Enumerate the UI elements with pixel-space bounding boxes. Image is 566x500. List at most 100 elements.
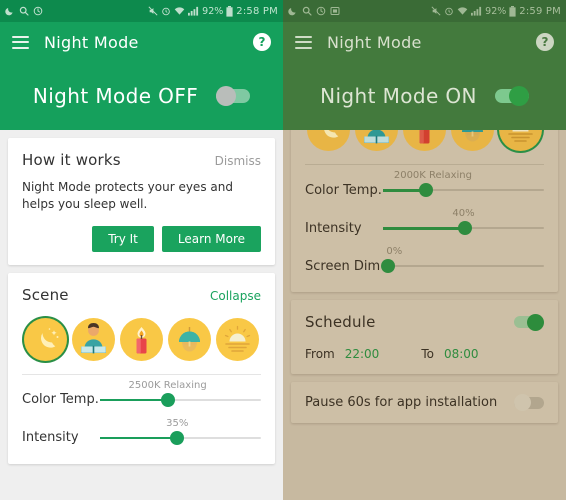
screen-dim-value: 0% — [386, 246, 403, 257]
toggle-thumb — [508, 86, 529, 106]
scene-list — [22, 317, 261, 361]
app-title: Night Mode — [44, 32, 139, 52]
schedule-from-label: From — [305, 347, 335, 361]
color-temp-slider-block: Color Temp. 2500K Relaxing — [22, 380, 261, 413]
screen-night-mode-on: 92% 2:59 PM Night Mode ? Night Mode ON C… — [283, 0, 566, 500]
night-mode-state-label: Night Mode ON — [320, 84, 477, 108]
night-mode-hero: Night Mode OFF — [0, 62, 283, 130]
schedule-from-value[interactable]: 22:00 — [345, 347, 380, 361]
intensity-slider[interactable]: 35% — [100, 418, 261, 449]
night-mode-moon-icon — [288, 6, 298, 16]
intensity-slider-block: Intensity 40% — [305, 208, 544, 241]
slider-thumb[interactable] — [458, 221, 473, 235]
search-icon — [302, 6, 312, 16]
color-temp-slider[interactable]: 2500K Relaxing — [100, 380, 261, 411]
status-bar: 92% 2:59 PM — [283, 0, 566, 22]
scene-sunset[interactable] — [499, 130, 542, 151]
scene-reading[interactable] — [355, 130, 398, 151]
scene-reading[interactable] — [72, 317, 115, 361]
schedule-title: Schedule — [305, 313, 376, 331]
night-mode-moon-icon — [5, 6, 15, 16]
app-title: Night Mode — [327, 32, 422, 52]
mute-icon — [148, 6, 158, 16]
pause-install-toggle[interactable] — [514, 394, 544, 411]
try-it-button[interactable]: Try It — [92, 225, 154, 252]
menu-icon[interactable] — [295, 35, 312, 49]
battery-percent: 92% — [485, 5, 507, 17]
scene-lamp[interactable] — [451, 130, 494, 151]
app-bar: Night Mode ? — [283, 22, 566, 62]
sdcard-icon — [330, 6, 340, 16]
how-it-works-description: Night Mode protects your eyes and helps … — [22, 180, 233, 212]
slider-fill — [100, 398, 168, 402]
clock-time: 2:58 PM — [236, 5, 278, 17]
color-temp-label: Color Temp. — [305, 182, 382, 198]
scene-card: Scene Collapse Color Temp. 2500K Relaxin… — [8, 272, 275, 464]
battery-icon — [226, 5, 233, 17]
intensity-label: Intensity — [305, 220, 362, 236]
schedule-to-value[interactable]: 08:00 — [444, 347, 479, 361]
alarm-icon — [444, 6, 454, 16]
intensity-value: 35% — [166, 417, 189, 429]
toggle-thumb — [527, 313, 544, 331]
night-mode-state-label: Night Mode OFF — [32, 84, 199, 108]
slider-thumb[interactable] — [419, 183, 434, 197]
slider-thumb[interactable] — [380, 259, 395, 273]
scene-moon-stars[interactable] — [24, 317, 67, 361]
screen-dim-slider[interactable]: 0% — [380, 246, 544, 277]
color-temp-value: 2500K Relaxing — [128, 379, 207, 391]
collapse-button[interactable]: Collapse — [210, 289, 261, 303]
learn-more-button[interactable]: Learn More — [161, 225, 261, 252]
color-temp-value: 2000K Relaxing — [393, 170, 472, 181]
scene-moon-stars[interactable] — [307, 130, 350, 151]
scene-candle[interactable] — [120, 317, 163, 361]
help-icon[interactable]: ? — [253, 33, 271, 51]
clock-badge-icon — [33, 6, 43, 16]
night-mode-toggle[interactable] — [494, 86, 529, 106]
night-mode-toggle[interactable] — [216, 86, 251, 106]
schedule-toggle[interactable] — [514, 313, 544, 331]
wifi-icon — [174, 6, 185, 16]
content-scroll-area[interactable]: Color Temp. 2000K Relaxing Intensity 40%… — [283, 130, 566, 500]
intensity-label: Intensity — [22, 430, 79, 446]
signal-icon — [188, 6, 199, 16]
scene-candle[interactable] — [403, 130, 446, 151]
intensity-slider-block: Intensity 35% — [22, 418, 261, 451]
scene-title: Scene — [22, 285, 69, 304]
help-icon[interactable]: ? — [536, 33, 554, 51]
mute-icon — [431, 6, 441, 16]
schedule-card: Schedule From 22:00 To 08:00 — [291, 300, 558, 374]
clock-badge-icon — [316, 6, 326, 16]
signal-icon — [471, 6, 482, 16]
scene-sunset[interactable] — [216, 317, 259, 361]
slider-thumb[interactable] — [160, 392, 175, 407]
content-scroll-area[interactable]: How it works Dismiss Night Mode protects… — [0, 130, 283, 500]
dismiss-button[interactable]: Dismiss — [215, 154, 261, 168]
search-icon — [19, 6, 29, 16]
menu-icon[interactable] — [12, 35, 29, 49]
clock-time: 2:59 PM — [519, 5, 561, 17]
toggle-thumb — [216, 86, 237, 106]
wifi-icon — [457, 6, 468, 16]
intensity-value: 40% — [452, 208, 475, 219]
scene-divider — [22, 373, 261, 375]
scene-lamp[interactable] — [168, 317, 211, 361]
alarm-icon — [161, 6, 171, 16]
scene-card: Color Temp. 2000K Relaxing Intensity 40%… — [291, 130, 558, 292]
slider-thumb[interactable] — [170, 430, 185, 445]
how-it-works-title: How it works — [22, 151, 121, 169]
screen-dim-label: Screen Dim — [305, 258, 381, 274]
pause-install-label: Pause 60s for app installation — [305, 395, 498, 410]
slider-fill — [383, 227, 466, 230]
schedule-to-label: To — [421, 347, 434, 361]
toggle-thumb — [514, 394, 531, 411]
status-bar: 92% 2:58 PM — [0, 0, 283, 22]
screen-dim-slider-block: Screen Dim 0% — [305, 246, 544, 279]
scene-list — [305, 130, 544, 151]
color-temp-slider-block: Color Temp. 2000K Relaxing — [305, 170, 544, 203]
intensity-slider[interactable]: 40% — [383, 208, 544, 239]
app-bar: Night Mode ? — [0, 22, 283, 62]
schedule-times: From 22:00 To 08:00 — [305, 347, 544, 361]
color-temp-slider[interactable]: 2000K Relaxing — [383, 170, 544, 201]
slider-fill — [100, 436, 178, 440]
